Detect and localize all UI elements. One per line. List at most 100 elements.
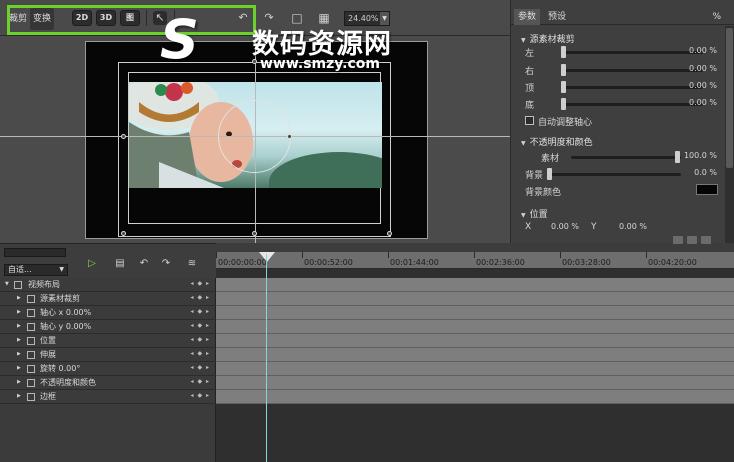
tab-crop[interactable]: 裁剪 [6, 8, 30, 30]
crop-left-value[interactable]: 0.00 % [677, 46, 717, 55]
2d-mode-button[interactable]: 2D [72, 10, 92, 26]
3d-mode-button[interactable]: 3D [96, 10, 116, 26]
track-row-crop[interactable]: ▶ 源素材裁剪 ◂ ◆ ▸ [0, 292, 216, 306]
keyframe-lane[interactable] [216, 362, 734, 376]
timeline-ruler[interactable]: 00:00:00:00 00:00:52:00 00:01:44:00 00:0… [216, 252, 734, 269]
chevron-down-icon[interactable]: ▼ [380, 12, 389, 25]
undo-timeline-icon[interactable]: ↶ [136, 257, 152, 271]
track-checkbox[interactable] [27, 365, 35, 373]
undo-icon[interactable]: ↶ [236, 11, 250, 25]
scrollbar-thumb[interactable] [726, 28, 733, 168]
crop-bottom-value[interactable]: 0.00 % [677, 98, 717, 107]
expand-icon[interactable]: ▼ [5, 281, 9, 287]
handle-top[interactable] [252, 59, 257, 64]
track-checkbox[interactable] [27, 323, 35, 331]
track-checkbox[interactable] [27, 379, 35, 387]
expand-icon[interactable]: ▶ [17, 337, 21, 343]
track-checkbox[interactable] [27, 393, 35, 401]
auto-adjust-checkbox[interactable] [525, 116, 534, 125]
handle-bottom-right[interactable] [387, 231, 392, 236]
material-opacity-value[interactable]: 100.0 % [677, 151, 717, 160]
keyframe-lane[interactable] [216, 390, 734, 404]
crop-top-value[interactable]: 0.00 % [677, 81, 717, 90]
redo-icon[interactable]: ↷ [262, 11, 276, 25]
handle-right[interactable] [287, 134, 292, 139]
keyframe-lane[interactable] [216, 306, 734, 320]
keyframe-nav[interactable]: ◂ ◆ ▸ [191, 392, 210, 399]
keyframe-nav[interactable]: ◂ ◆ ▸ [191, 308, 210, 315]
track-row-pivot-x[interactable]: ▶ 轴心 x 0.00% ◂ ◆ ▸ [0, 306, 216, 320]
pointer-icon[interactable]: ↖ [153, 11, 167, 25]
zoom-select[interactable]: 24.40% ▼ [344, 11, 390, 26]
track-checkbox[interactable] [27, 309, 35, 317]
keyframe-nav[interactable]: ◂ ◆ ▸ [191, 294, 210, 301]
material-opacity-slider[interactable] [571, 151, 681, 163]
keyframe-lane[interactable] [216, 292, 734, 306]
track-row-opacity[interactable]: ▶ 不透明度和颜色 ◂ ◆ ▸ [0, 376, 216, 390]
keyframe-lane[interactable] [216, 348, 734, 362]
fit-mode-select[interactable]: 自适... ▼ [4, 264, 68, 276]
track-row-video-layout[interactable]: ▼ 视频布局 ◂ ◆ ▸ [0, 278, 216, 292]
keyframe-lane[interactable] [216, 278, 734, 292]
tab-transform[interactable]: 变换 [30, 8, 55, 30]
keyframe-nav[interactable]: ◂ ◆ ▸ [191, 364, 210, 371]
grid-icon[interactable]: ▦ [317, 11, 331, 25]
redo-timeline-icon[interactable]: ↷ [158, 257, 174, 271]
keyframe-nav[interactable]: ◂ ◆ ▸ [191, 322, 210, 329]
slider-knob[interactable] [561, 98, 566, 110]
bg-color-swatch[interactable] [696, 184, 718, 195]
expand-icon[interactable]: ▶ [17, 365, 21, 371]
handle-bottom-left[interactable] [121, 231, 126, 236]
keyframe-lane[interactable] [216, 376, 734, 390]
section-position[interactable]: 位置 [521, 207, 548, 220]
tab-parameters[interactable]: 参数 [514, 9, 541, 25]
tab-presets[interactable]: 预设 [544, 9, 570, 25]
expand-icon[interactable]: ▶ [17, 393, 21, 399]
slider-knob[interactable] [561, 46, 566, 58]
layout-button[interactable]: 图 [120, 10, 140, 26]
preview-canvas[interactable] [0, 36, 510, 243]
keyframe-lane[interactable] [216, 320, 734, 334]
fit-icon[interactable]: □ [290, 11, 304, 25]
section-crop[interactable]: 源素材裁剪 [521, 32, 575, 45]
keyframe-nav[interactable]: ◂ ◆ ▸ [191, 378, 210, 385]
keyframe-lane[interactable] [216, 334, 734, 348]
reset-button[interactable] [673, 236, 683, 244]
keyframe-button[interactable] [687, 236, 697, 244]
graph-icon[interactable]: ≋ [184, 257, 200, 271]
track-checkbox[interactable] [27, 295, 35, 303]
position-x-value[interactable]: 0.00 % [539, 222, 579, 231]
slider-knob[interactable] [561, 64, 566, 76]
keyframe-nav[interactable]: ◂ ◆ ▸ [191, 350, 210, 357]
expand-icon[interactable]: ▶ [17, 323, 21, 329]
expand-icon[interactable]: ▶ [17, 351, 21, 357]
track-checkbox[interactable] [27, 337, 35, 345]
track-row-stretch[interactable]: ▶ 伸展 ◂ ◆ ▸ [0, 348, 216, 362]
track-checkbox[interactable] [14, 281, 22, 289]
track-row-pivot-y[interactable]: ▶ 轴心 y 0.00% ◂ ◆ ▸ [0, 320, 216, 334]
link-button[interactable] [701, 236, 711, 244]
keyframe-nav[interactable]: ◂ ◆ ▸ [191, 280, 210, 287]
track-row-border[interactable]: ▶ 边框 ◂ ◆ ▸ [0, 390, 216, 404]
timeline-zoom-bar[interactable] [4, 248, 66, 257]
playhead-handle[interactable] [259, 252, 275, 262]
position-y-value[interactable]: 0.00 % [607, 222, 647, 231]
properties-scrollbar[interactable] [725, 26, 734, 243]
slider-knob[interactable] [547, 168, 552, 180]
handle-bottom[interactable] [252, 231, 257, 236]
track-row-position[interactable]: ▶ 位置 ◂ ◆ ▸ [0, 334, 216, 348]
chevron-down-icon[interactable]: ▼ [59, 265, 64, 275]
section-opacity[interactable]: 不透明度和颜色 [521, 135, 593, 148]
expand-icon[interactable]: ▶ [17, 295, 21, 301]
track-checkbox[interactable] [27, 351, 35, 359]
playhead-line[interactable] [266, 254, 267, 462]
crop-right-value[interactable]: 0.00 % [677, 64, 717, 73]
rotation-circle[interactable] [218, 100, 291, 173]
background-opacity-slider[interactable] [547, 168, 681, 180]
background-opacity-value[interactable]: 0.0 % [677, 168, 717, 177]
loop-icon[interactable]: ▤ [112, 257, 128, 271]
keyframe-area[interactable] [216, 269, 734, 462]
slider-knob[interactable] [561, 81, 566, 93]
handle-left[interactable] [121, 134, 126, 139]
keyframe-nav[interactable]: ◂ ◆ ▸ [191, 336, 210, 343]
